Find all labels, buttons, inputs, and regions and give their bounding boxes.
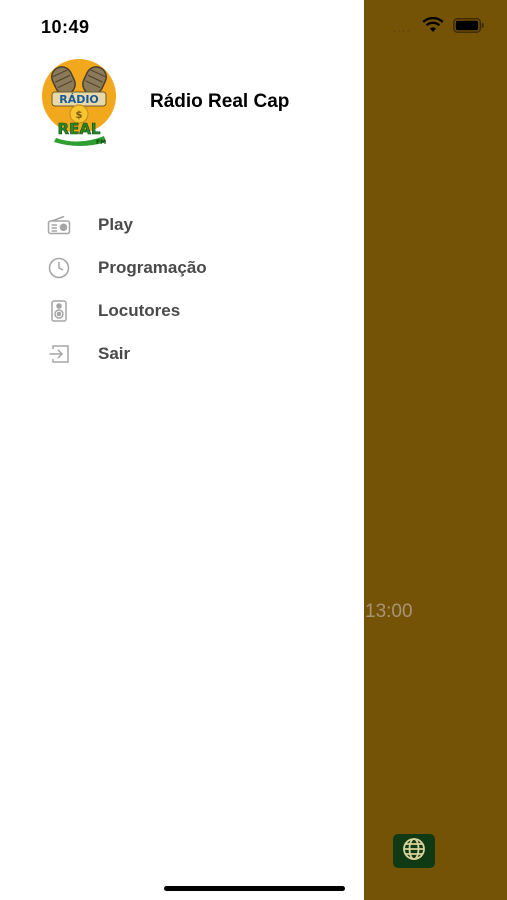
battery-icon xyxy=(453,17,485,38)
svg-text:RÁDIO: RÁDIO xyxy=(59,93,99,106)
radio-real-logo-icon: RÁDIO $ REAL FM xyxy=(38,58,120,148)
globe-icon xyxy=(402,837,426,866)
speaker-icon xyxy=(46,298,72,324)
menu-label-sair: Sair xyxy=(98,343,131,363)
schedule-time: 13:00 xyxy=(365,601,413,622)
app-title: Rádio Real Cap xyxy=(150,91,290,112)
app-screen: 13:00 .... 10:49 RÁDIO $ REAL FM Rádio R… xyxy=(0,0,507,900)
wifi-icon xyxy=(422,16,444,38)
menu-item-programacao[interactable]: Programação xyxy=(46,246,346,289)
globe-button[interactable] xyxy=(393,834,435,868)
radio-icon xyxy=(46,212,72,238)
menu-label-play: Play xyxy=(98,214,133,234)
menu-item-locutores[interactable]: Locutores xyxy=(46,289,346,332)
drawer-menu: Play Programação Locutores Sair xyxy=(46,203,346,375)
svg-text:FM: FM xyxy=(96,139,106,146)
navigation-drawer: 10:49 RÁDIO $ REAL FM Rádio Real Cap Pla… xyxy=(0,0,364,900)
menu-item-play[interactable]: Play xyxy=(46,203,346,246)
menu-item-sair[interactable]: Sair xyxy=(46,332,346,375)
home-indicator[interactable] xyxy=(164,886,345,891)
menu-label-programacao: Programação xyxy=(98,257,207,277)
menu-label-locutores: Locutores xyxy=(98,300,181,320)
status-bar-right: .... xyxy=(392,16,485,38)
clock-icon xyxy=(46,255,72,281)
status-time: 10:49 xyxy=(41,17,90,37)
logout-icon xyxy=(46,341,72,367)
drawer-header: RÁDIO $ REAL FM xyxy=(38,58,120,148)
svg-text:REAL: REAL xyxy=(58,120,101,138)
cell-signal-icon: .... xyxy=(392,20,411,35)
